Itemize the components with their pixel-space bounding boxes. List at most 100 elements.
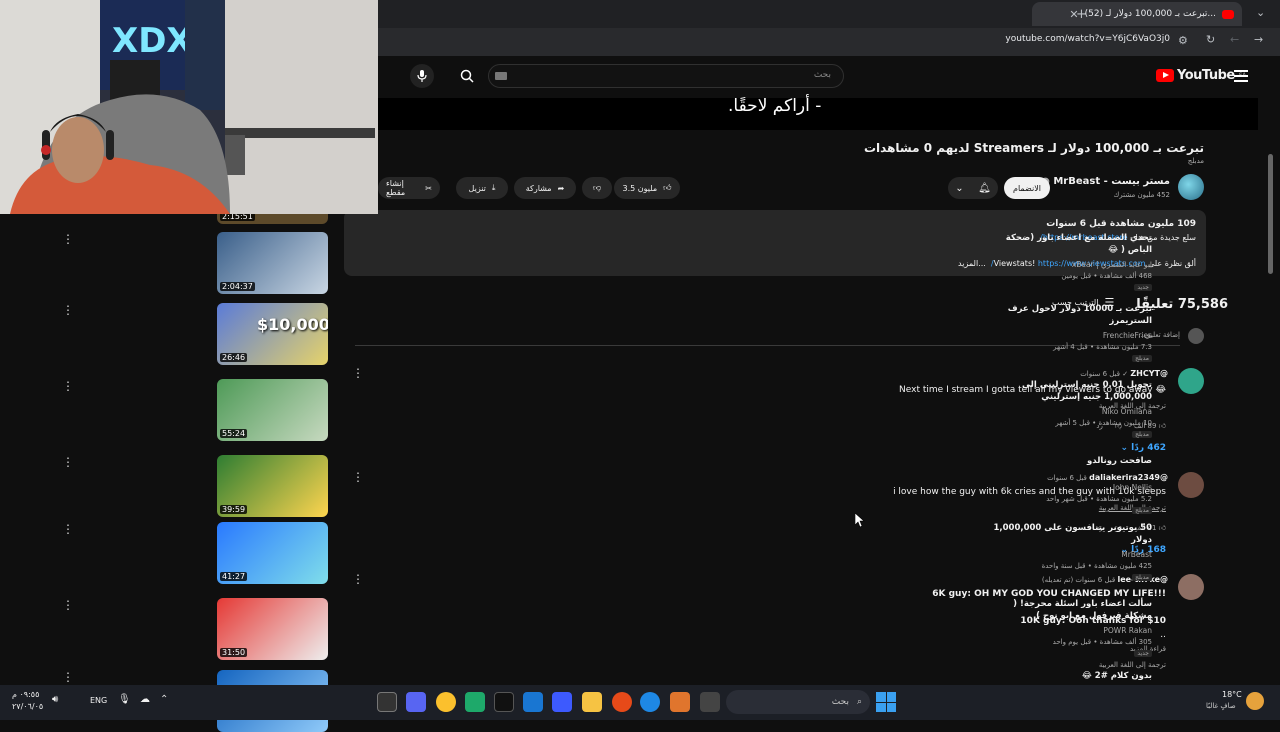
share-label: مشاركة — [525, 183, 552, 193]
sidebar-video-title[interactable]: تحدي الصملة مع اعضاء باور (ضحكة الباص ( … — [992, 232, 1152, 256]
sidebar-video-title[interactable]: 50 يوتيوبر يتنافسون على 1,000,000 دولار — [992, 522, 1152, 546]
sidebar-video-title[interactable]: سألت اعضاء باور اسئلة محرجة! ( مشكلة فير… — [992, 598, 1152, 622]
sidebar-item-menu-icon[interactable]: ⋮ — [62, 670, 74, 684]
forward-icon[interactable]: ← — [1230, 33, 1239, 46]
comment-time: قبل 6 سنوات (تم تعديله) — [1041, 576, 1116, 584]
clip-button[interactable]: إنشاء مقطع ✂ — [378, 177, 440, 199]
volume-icon[interactable]: 🔊︎ — [52, 694, 58, 705]
task-view-icon[interactable] — [700, 692, 720, 712]
tiktok-icon[interactable] — [494, 692, 514, 712]
start-button[interactable] — [876, 692, 896, 712]
translate-link[interactable]: ترجمة إلى اللغة العربية — [1099, 661, 1166, 669]
epic-games-icon[interactable] — [377, 692, 397, 712]
comment-handle[interactable]: @daliakerira2349 — [1089, 473, 1168, 482]
weather-icon[interactable] — [1246, 692, 1264, 710]
sidebar-video-title[interactable]: بدون كلام #2 😂 — [992, 670, 1152, 682]
microphone-icon[interactable]: 🎙︎ — [118, 694, 131, 705]
site-settings-icon[interactable]: ⚙ — [1178, 34, 1188, 47]
subscribed-bell-button[interactable]: ⌄ 🔔︎ — [948, 177, 998, 199]
sidebar-channel-name[interactable]: Niko Omilana — [1102, 407, 1152, 416]
discord-icon[interactable] — [406, 692, 426, 712]
channel-avatar[interactable] — [1178, 174, 1204, 200]
sidebar-item-menu-icon[interactable]: ⋮ — [62, 379, 74, 393]
share-button[interactable]: مشاركة ➦ — [514, 177, 576, 199]
page-scrollbar[interactable] — [1268, 154, 1273, 274]
comment-menu-icon[interactable]: ⋮ — [352, 572, 364, 586]
tray-chevron-icon[interactable]: ⌃ — [160, 694, 168, 705]
sidebar-channel-name[interactable]: John Nellis — [1113, 483, 1152, 492]
svg-text:XDX: XDX — [112, 21, 193, 61]
sidebar-item-menu-icon[interactable]: ⋮ — [62, 598, 74, 612]
search-input[interactable]: بحث — [488, 64, 844, 88]
sidebar-item-menu-icon[interactable]: ⋮ — [62, 455, 74, 469]
tab-search-icon[interactable]: ⌄ — [1256, 6, 1265, 19]
comment-handle[interactable]: @ZHCYT — [1130, 369, 1168, 378]
thumbnail-overlay-text: $10,000 — [257, 315, 328, 334]
comment-avatar[interactable] — [1178, 574, 1204, 600]
like-button[interactable]: 3.5 مليون 👍︎ — [614, 177, 680, 199]
url-field[interactable]: youtube.com/watch?v=Y6jC6VaO3j0 — [1005, 34, 1170, 44]
mic-icon — [417, 70, 427, 82]
sidebar-item-menu-icon[interactable]: ⋮ — [62, 303, 74, 317]
comment-avatar[interactable] — [1178, 368, 1204, 394]
language-indicator[interactable]: ENG — [90, 696, 107, 705]
clock-date[interactable]: ٢٧/٠٦/٠٥ — [12, 702, 43, 711]
whatsapp-icon[interactable] — [465, 692, 485, 712]
sidebar-badge: جديد — [1134, 284, 1152, 291]
webcam-feed-image: XDX — [0, 0, 378, 214]
comment-menu-icon[interactable]: ⋮ — [352, 366, 364, 380]
sidebar-channel-name[interactable]: FrenchieFries — [1103, 331, 1152, 340]
clock-time[interactable]: ٠٩:٥٥ م — [12, 690, 39, 699]
taskbar-search[interactable]: بحث ⌕ — [726, 690, 870, 714]
dislike-button[interactable]: 👎︎ — [582, 177, 612, 199]
sidebar-video-title[interactable]: تحويل 0.01 جنيه إسترليني إلى 1,000,000 ج… — [992, 379, 1152, 403]
chrome-icon[interactable] — [436, 692, 456, 712]
new-tab-button[interactable]: + — [1076, 7, 1087, 22]
voice-search-button[interactable] — [410, 64, 434, 88]
video-duration: 55:24 — [220, 429, 248, 438]
edge-icon[interactable] — [640, 692, 660, 712]
sidebar-video-meta: 7.3 مليون مشاهدة • قبل 4 أشهر — [1053, 343, 1152, 351]
download-button[interactable]: تنزيل ⤓ — [456, 177, 508, 199]
sidebar-channel-name[interactable]: MrBeast — [1121, 550, 1152, 559]
video-duration: 2:04:37 — [220, 282, 255, 291]
browser-tab[interactable]: ✕ (52) تبرعت بـ 100,000 دولار لـ... — [1032, 2, 1242, 26]
sidebar-item-menu-icon[interactable]: ⋮ — [62, 522, 74, 536]
video-thumbnail[interactable]: $10,000 26:46 — [217, 303, 328, 365]
outlook-icon[interactable] — [523, 692, 543, 712]
video-thumbnail[interactable]: 39:59 — [217, 455, 328, 517]
keyboard-icon[interactable] — [495, 72, 507, 80]
comment-text-line3: .. — [1160, 630, 1166, 640]
download-label: تنزيل — [468, 183, 486, 193]
comment-menu-icon[interactable]: ⋮ — [352, 470, 364, 484]
video-thumbnail[interactable]: 2:04:37 — [217, 232, 328, 294]
dubbed-label: مدبلج — [1187, 157, 1204, 165]
video-thumbnail[interactable]: 31:50 — [217, 598, 328, 660]
reload-icon[interactable]: ↻ — [1206, 33, 1215, 46]
webcam-overlay: XDX — [0, 0, 378, 214]
youtube-logo[interactable]: YouTube SA — [1156, 68, 1246, 83]
video-thumbnail[interactable]: 55:24 — [217, 379, 328, 441]
back-icon[interactable]: → — [1254, 33, 1263, 46]
replies-toggle[interactable]: 462 ردًا ⌄ — [1120, 443, 1166, 453]
join-button[interactable]: الانضمام — [1004, 177, 1050, 199]
video-thumbnail[interactable]: 41:27 — [217, 522, 328, 584]
onedrive-icon[interactable]: ☁ — [140, 694, 150, 705]
sidebar-channel-name[interactable]: ابو عابد الشمري | xBear — [1072, 260, 1152, 269]
description-more[interactable]: ...المزيد — [958, 259, 986, 268]
sidebar-channel-name[interactable]: POWR Rakan — [1103, 626, 1152, 635]
channel-name[interactable]: مستر بيست - MrBeast ● — [1041, 176, 1170, 187]
search-button[interactable] — [452, 64, 482, 88]
chevron-down-icon: ⌄ — [955, 182, 964, 194]
sidebar-item-menu-icon[interactable]: ⋮ — [62, 232, 74, 246]
file-explorer-icon[interactable] — [582, 692, 602, 712]
sidebar-video-title[interactable]: تبرعت بـ 10000 دولار لاحول عرف الستريمرز — [992, 303, 1152, 327]
weather-desc: صافٍ غالبًا — [1206, 702, 1236, 710]
comment-avatar[interactable] — [1178, 472, 1204, 498]
sidebar-video-title[interactable]: صافحت رونالدو — [992, 455, 1152, 467]
store-icon[interactable] — [552, 692, 572, 712]
hamburger-menu-icon[interactable] — [1234, 70, 1248, 85]
weather-temp: 18°C — [1222, 690, 1242, 699]
brave-icon[interactable] — [612, 692, 632, 712]
app-icon[interactable] — [670, 692, 690, 712]
